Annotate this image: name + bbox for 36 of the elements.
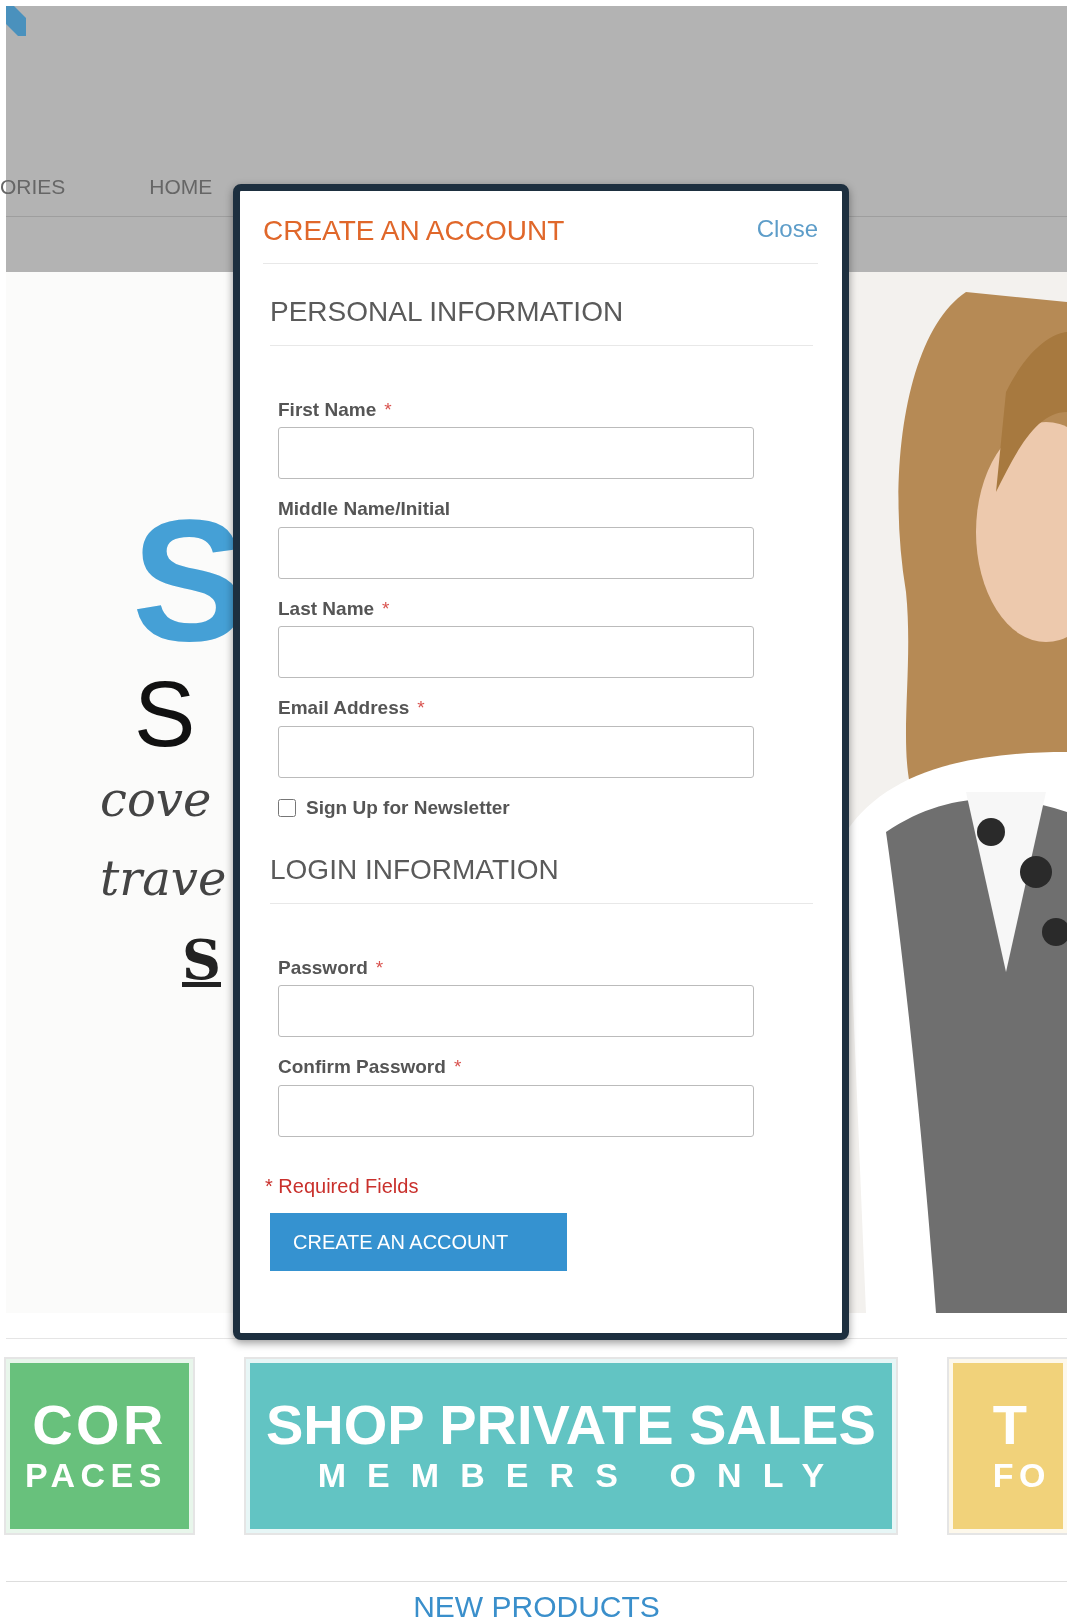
input-field[interactable] [278, 725, 754, 778]
logo-icon [6, 6, 26, 36]
field-label: Last Name [278, 596, 375, 621]
field-label: Password [278, 955, 368, 980]
required-mark: * [382, 596, 390, 621]
hero-heading: cove [100, 770, 212, 829]
required-mark: * [453, 1055, 462, 1080]
hero-link[interactable]: S [182, 928, 221, 994]
field-label: Email Address [278, 696, 410, 721]
section-heading: PERSONAL INFORMATION [270, 294, 813, 346]
nav-link[interactable]: HOME [149, 171, 213, 203]
field-label: Middle Name/Initial [278, 497, 451, 522]
hero-heading: S [134, 668, 196, 760]
promo-banner[interactable]: T FO [948, 1359, 1067, 1533]
newsletter-checkbox[interactable] [278, 799, 296, 818]
required-mark: * [384, 397, 392, 422]
dialog-title: CREATE AN ACCOUNT [263, 214, 565, 248]
required-mark: * [375, 955, 384, 980]
field-label: Confirm Password [278, 1055, 446, 1080]
hero-heading: S [132, 494, 247, 666]
promo-banner[interactable]: COR PACES [6, 1359, 193, 1533]
hero-heading: trave [100, 849, 227, 909]
checkbox-label: Sign Up for Newsletter [306, 795, 510, 820]
section-heading: LOGIN INFORMATION [270, 852, 813, 904]
field-label: First Name [278, 397, 377, 422]
input-field[interactable] [278, 985, 754, 1038]
close-button[interactable]: Close [756, 213, 818, 245]
section-title: NEW PRODUCTS [413, 1590, 660, 1622]
required-note: * Required Fields [265, 1173, 420, 1199]
required-mark: * [417, 696, 425, 721]
promo-banner[interactable]: SHOP PRIVATE SALES MEMBERS ONLY [245, 1359, 896, 1533]
input-field[interactable] [278, 1084, 754, 1137]
input-field[interactable] [278, 526, 754, 579]
input-field[interactable] [278, 427, 754, 480]
input-field[interactable] [278, 626, 754, 679]
submit-button[interactable]: CREATE AN ACCOUNT [270, 1212, 567, 1271]
